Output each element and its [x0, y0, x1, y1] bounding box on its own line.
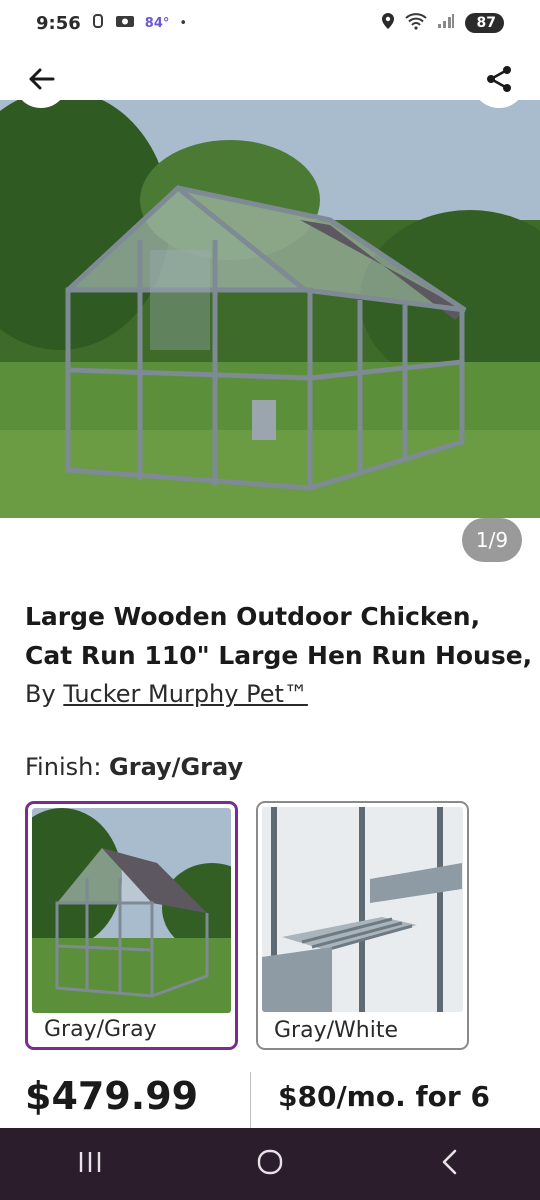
finish-option-label: Gray/White — [274, 1018, 398, 1043]
share-icon — [484, 64, 514, 98]
price-row: $479.99 $80/mo. for 6 — [0, 1068, 540, 1130]
back-button[interactable] — [14, 54, 68, 108]
home-button[interactable] — [230, 1134, 310, 1194]
battery-indicator: 87 — [464, 13, 504, 33]
finish-option-label: Gray/Gray — [44, 1017, 157, 1042]
arrow-left-icon — [27, 67, 55, 95]
status-time: 9:56 — [36, 12, 81, 34]
product-title-line-2: Cat Run 110" Large Hen Run House, — [25, 641, 533, 670]
location-icon — [381, 12, 395, 35]
dot-icon: • — [179, 15, 188, 31]
recents-button[interactable] — [50, 1134, 130, 1194]
finish-option-gray-white[interactable]: Gray/White — [256, 801, 469, 1050]
finish-thumbnail-gray-gray — [32, 808, 231, 1013]
brand-line: By Tucker Murphy Pet™ — [25, 680, 308, 708]
price-divider — [250, 1072, 251, 1130]
home-icon — [256, 1148, 284, 1180]
system-navigation-bar — [0, 1128, 540, 1200]
share-button[interactable] — [472, 54, 526, 108]
finish-heading: Finish: Gray/Gray — [25, 753, 243, 781]
signal-icon — [437, 13, 455, 34]
finish-option-gray-gray[interactable]: Gray/Gray — [25, 801, 238, 1050]
financing-offer[interactable]: $80/mo. for 6 — [278, 1080, 490, 1113]
finish-thumbnail-gray-white — [262, 807, 463, 1012]
recents-icon — [77, 1150, 103, 1178]
camera-alert-icon — [115, 13, 135, 33]
status-left: 9:56 84° • — [36, 13, 187, 34]
image-counter: 1/9 — [462, 518, 522, 562]
product-image[interactable] — [0, 100, 540, 518]
finish-selected-value: Gray/Gray — [109, 753, 244, 781]
price: $479.99 — [25, 1074, 199, 1118]
top-app-bar — [0, 52, 540, 110]
product-title-line-1: Large Wooden Outdoor Chicken, — [25, 602, 481, 631]
wifi-icon — [404, 12, 427, 35]
finish-label: Finish: — [25, 753, 102, 781]
notification-icon — [91, 13, 105, 33]
status-right: 87 — [381, 12, 504, 35]
back-chevron-icon — [440, 1148, 460, 1180]
brand-link[interactable]: Tucker Murphy Pet™ — [63, 680, 308, 708]
weather-temperature: 84° — [144, 15, 170, 31]
by-label: By — [25, 680, 56, 708]
product-title: Large Wooden Outdoor Chicken, Cat Run 11… — [25, 597, 540, 675]
system-back-button[interactable] — [410, 1134, 490, 1194]
status-bar: 9:56 84° • 87 — [0, 0, 540, 46]
